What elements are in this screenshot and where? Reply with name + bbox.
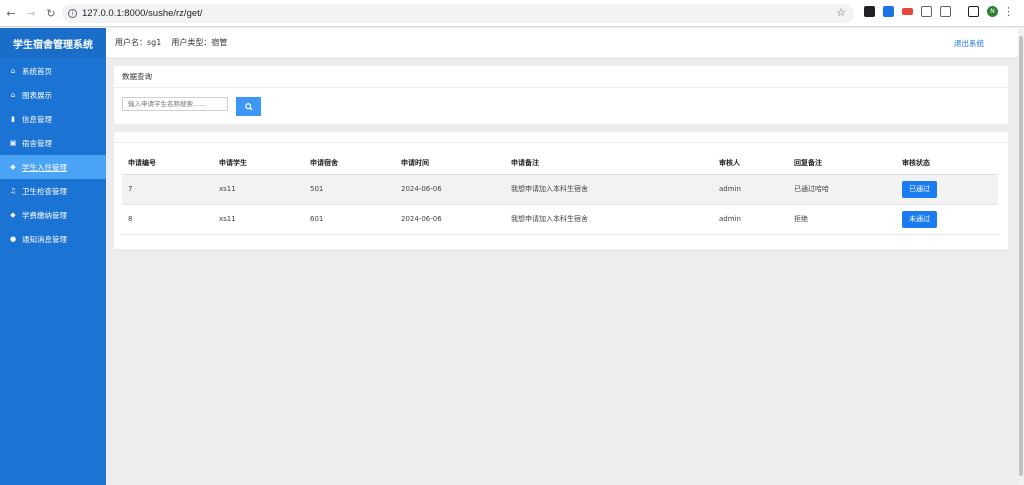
extension-icon[interactable] [902,8,913,15]
sidebar-item-hygiene[interactable]: ♫ 卫生检查管理 [0,179,106,203]
sidebar-item-label: 系统首页 [22,66,52,76]
status-button[interactable]: 已通过 [902,180,937,198]
sidebar-item-label: 图表展示 [22,90,52,100]
site-info-icon[interactable]: i [68,9,77,18]
avatar[interactable]: N [987,6,998,17]
sidebar-item-info[interactable]: ▮ 信息管理 [0,107,106,131]
search-input[interactable] [122,97,228,111]
cell-reply: 拒绝 [788,204,896,235]
sidebar-item-label: 学生入住管理 [22,162,67,172]
cell-id: 7 [122,174,213,205]
sidebar: 学生宿舍管理系统 ⌂ 系统首页 ⌂ 图表展示 ▮ 信息管理 ▣ 宿舍管理 ◆ 学… [0,28,106,485]
url-text: 127.0.0.1:8000/sushe/rz/get/ [82,8,203,19]
cell-id: 8 [122,204,213,235]
search-button[interactable] [236,97,261,116]
cell-dorm: 501 [304,174,395,205]
user-type-label: 用户类型：宿管 [171,38,228,47]
extension-icon[interactable] [921,6,932,17]
results-panel: 申请编号 申请学生 申请宿舍 申请时间 申请备注 审核人 回复备注 审核状态 7… [114,132,1008,249]
search-icon [244,102,253,111]
table-row: 8 xs11 601 2024-06-06 我想申请加入本科生宿舍 admin … [122,204,998,235]
column-header: 申请时间 [395,152,505,175]
header-bar: 用户名：sg1 用户类型：宿管 退出系统 [106,28,1018,57]
cell-note: 我想申请加入本科生宿舍 [505,174,713,205]
sidebar-item-notice[interactable]: ● 通知消息管理 [0,227,106,251]
table-header-row: 申请编号 申请学生 申请宿舍 申请时间 申请备注 审核人 回复备注 审核状态 [122,152,998,175]
cell-status: 已通过 [896,174,998,205]
status-button[interactable]: 未通过 [902,210,937,228]
sidebar-item-tuition[interactable]: ◆ 学费缴纳管理 [0,203,106,227]
cell-note: 我想申请加入本科生宿舍 [505,204,713,235]
sidebar-item-home[interactable]: ⌂ 系统首页 [0,59,106,83]
sidebar-item-label: 通知消息管理 [22,234,67,244]
diamond-icon: ◆ [10,211,16,219]
column-header: 审核人 [713,152,788,175]
back-icon[interactable]: ← [2,4,20,22]
column-header: 审核状态 [896,152,998,175]
cell-dorm: 601 [304,204,395,235]
username-label: 用户名：sg1 [115,38,162,47]
scrollbar-thumb[interactable] [1019,36,1023,476]
column-header: 申请备注 [505,152,713,175]
cell-reply: 已通过哈哈 [788,174,896,205]
extension-icon[interactable] [864,6,875,17]
logout-link[interactable]: 退出系统 [954,38,984,49]
cell-reviewer: admin [713,204,788,235]
side-panel-icon[interactable] [968,6,979,17]
page-scrollbar[interactable] [1018,28,1024,485]
image-icon: ▣ [9,139,17,147]
sidebar-item-charts[interactable]: ⌂ 图表展示 [0,83,106,107]
column-header: 申请学生 [213,152,304,175]
reload-icon[interactable]: ↻ [42,4,60,22]
forward-icon[interactable]: → [22,4,40,22]
sidebar-item-label: 卫生检查管理 [22,186,67,196]
column-header: 回复备注 [788,152,896,175]
sidebar-item-dorm[interactable]: ▣ 宿舍管理 [0,131,106,155]
sidebar-item-label: 学费缴纳管理 [22,210,67,220]
cell-student: xs11 [213,204,304,235]
home-icon: ⌂ [10,67,16,75]
cell-student: xs11 [213,174,304,205]
document-icon: ▮ [11,115,15,123]
cell-date: 2024-06-06 [395,174,505,205]
table-row: 7 xs11 501 2024-06-06 我想申请加入本科生宿舍 admin … [122,174,998,205]
cell-status: 未通过 [896,204,998,235]
home-icon: ⌂ [10,91,16,99]
users-icon: ● [9,235,17,243]
sidebar-item-label: 信息管理 [22,114,52,124]
bookmark-star-icon[interactable]: ☆ [836,6,846,19]
address-bar[interactable]: i 127.0.0.1:8000/sushe/rz/get/ ☆ [62,4,854,23]
extension-icon[interactable] [883,6,894,17]
applications-table: 申请编号 申请学生 申请宿舍 申请时间 申请备注 审核人 回复备注 审核状态 7… [122,152,998,235]
sidebar-item-label: 宿舍管理 [22,138,52,148]
app-brand: 学生宿舍管理系统 [0,28,106,58]
cell-reviewer: admin [713,174,788,205]
browser-menu-icon[interactable]: ⋮ [1003,5,1014,18]
sidebar-item-checkin[interactable]: ◆ 学生入住管理 [0,155,106,179]
browser-toolbar: ← → ↻ i 127.0.0.1:8000/sushe/rz/get/ ☆ N… [0,0,1024,27]
puzzle-icon[interactable] [940,6,951,17]
query-panel: 数据查询 [114,66,1008,124]
music-icon: ♫ [9,187,17,195]
column-header: 申请编号 [122,152,213,175]
column-header: 申请宿舍 [304,152,395,175]
cell-date: 2024-06-06 [395,204,505,235]
panel-title: 数据查询 [114,66,1008,88]
divider [114,142,1008,143]
diamond-icon: ◆ [10,163,16,171]
